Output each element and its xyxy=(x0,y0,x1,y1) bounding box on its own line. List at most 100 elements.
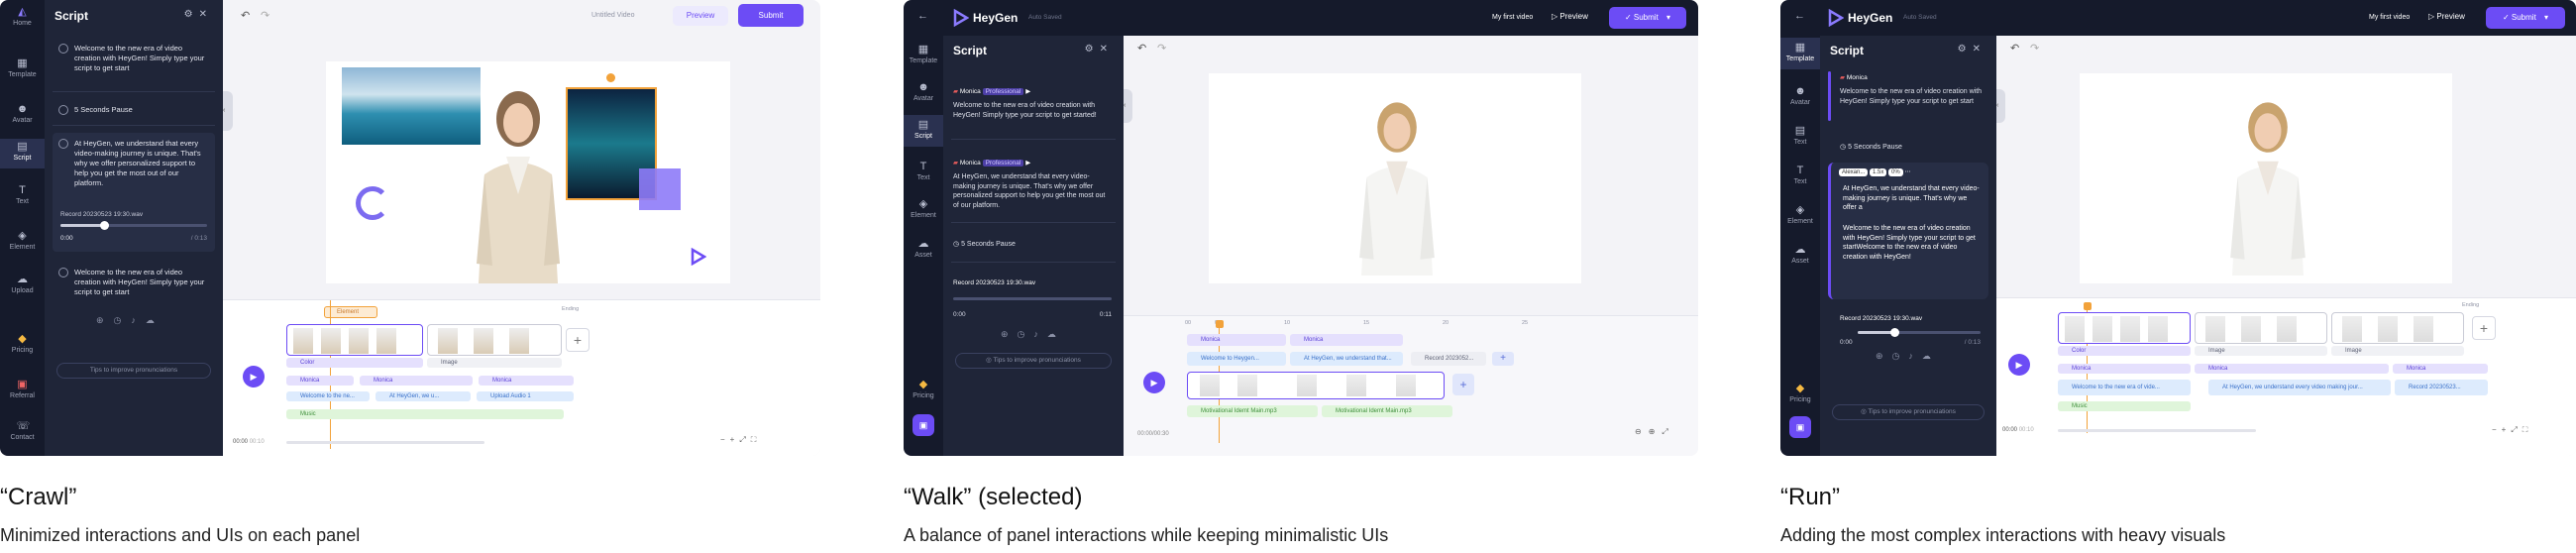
scene-label-image[interactable]: Image xyxy=(427,358,562,368)
video-canvas[interactable] xyxy=(2080,73,2452,283)
chevron-down-icon[interactable]: ▾ xyxy=(1666,13,1670,22)
help-button[interactable]: ▣ xyxy=(912,414,934,436)
zoom-in-icon[interactable]: + xyxy=(2502,425,2512,434)
audio-scrubber[interactable] xyxy=(1890,328,1900,337)
video-canvas[interactable] xyxy=(1209,73,1581,283)
scene-clip-selected[interactable] xyxy=(2058,312,2191,344)
undo-icon[interactable]: ↶ xyxy=(241,9,250,22)
timeline-scrollbar[interactable] xyxy=(2058,429,2256,432)
scene-clip[interactable] xyxy=(2331,312,2464,344)
script-text[interactable]: Welcome to the new era of video creation… xyxy=(953,101,1112,120)
script-track[interactable]: Welcome to Heygen... xyxy=(1187,352,1286,366)
avatar-woman-figure[interactable] xyxy=(459,85,578,283)
loop-shape-icon[interactable] xyxy=(356,186,389,220)
rail-item-element[interactable]: ◈ Element xyxy=(904,198,943,219)
scene-label-color[interactable]: Color xyxy=(2058,346,2191,356)
play-voice-icon[interactable]: ▶ xyxy=(1025,160,1030,166)
back-icon[interactable]: ← xyxy=(1794,10,1805,22)
settings-icon[interactable]: ⚙ xyxy=(1085,44,1100,55)
mic-icon[interactable]: ♪ xyxy=(1033,329,1047,339)
fit-icon[interactable]: ⤢ xyxy=(1662,427,1674,436)
script-text[interactable]: At HeyGen, we understand that every vide… xyxy=(953,172,1112,210)
avatar-track[interactable]: Monica xyxy=(2393,364,2488,374)
avatar-track[interactable]: Monica xyxy=(1187,334,1286,346)
rail-item-asset[interactable]: ☁ Asset xyxy=(904,238,943,259)
script-block-active[interactable]: At HeyGen, we understand that every vide… xyxy=(53,133,215,252)
collapse-handle[interactable]: ‹ xyxy=(1124,89,1132,123)
record-track[interactable]: Record 2023052... xyxy=(1411,352,1486,366)
timer-icon[interactable]: ◷ xyxy=(1892,351,1909,361)
rail-item-script[interactable]: ▤ Script xyxy=(0,139,45,168)
video-title[interactable]: My first video xyxy=(1492,14,1533,21)
script-text[interactable]: Welcome to the new era of video creation… xyxy=(1840,87,1986,106)
audio-progress[interactable] xyxy=(60,221,207,230)
avatar-track[interactable]: Monica xyxy=(2058,364,2191,374)
rail-item-contact[interactable]: ☏ Contact xyxy=(0,420,45,441)
redo-icon[interactable]: ↷ xyxy=(2030,42,2039,55)
avatar-track[interactable]: Monica xyxy=(360,376,473,386)
rail-item-avatar[interactable]: ☻ Avatar xyxy=(0,103,45,124)
fullscreen-icon[interactable]: ⛶ xyxy=(2522,425,2533,434)
play-button[interactable]: ▶ xyxy=(243,366,265,387)
playhead-marker[interactable] xyxy=(1216,320,1224,328)
redo-icon[interactable]: ↷ xyxy=(261,9,269,22)
scene-label-color[interactable]: Color xyxy=(286,358,423,368)
add-icon[interactable]: ⊕ xyxy=(1001,329,1018,339)
rail-item-pricing[interactable]: ◆ Pricing xyxy=(0,333,45,354)
rail-item-element[interactable]: ◈ Element xyxy=(0,230,45,251)
rail-item-referral[interactable]: ▣ Referral xyxy=(0,379,45,399)
add-scene-button[interactable]: + xyxy=(566,328,590,352)
voice-row[interactable]: ▰ Monica Professional ▶ xyxy=(953,87,1030,95)
scene-clip-selected[interactable] xyxy=(286,324,423,356)
rail-item-asset[interactable]: ☁ Asset xyxy=(1780,244,1820,265)
video-title[interactable]: My first video xyxy=(2369,14,2410,21)
record-track[interactable]: Record 20230523... xyxy=(2395,380,2488,395)
script-track[interactable]: Welcome to the new era of vide... xyxy=(2058,380,2191,395)
more-icon[interactable]: ⋯ xyxy=(1904,169,1910,175)
zoom-in-icon[interactable]: + xyxy=(730,435,740,444)
pause-block[interactable]: ◷ 5 Seconds Pause xyxy=(1840,143,1902,151)
script-text[interactable]: At HeyGen, we understand that every vide… xyxy=(1843,184,1981,213)
fullscreen-icon[interactable]: ⛶ xyxy=(751,435,762,444)
add-scene-button[interactable]: + xyxy=(2472,316,2496,340)
collapse-handle[interactable]: ‹ xyxy=(223,91,233,131)
avatar-track[interactable]: Monica xyxy=(1290,334,1403,346)
chevron-down-icon[interactable]: ▾ xyxy=(2544,13,2548,22)
timer-icon[interactable]: ◷ xyxy=(1018,329,1034,339)
avatar-track[interactable]: Monica xyxy=(479,376,574,386)
add-icon[interactable]: ⊕ xyxy=(96,315,114,325)
upload-audio-icon[interactable]: ☁ xyxy=(146,315,164,325)
script-track[interactable]: At HeyGen, we understand that... xyxy=(1290,352,1403,366)
timeline-scrollbar[interactable] xyxy=(286,441,484,444)
add-icon[interactable]: ⊕ xyxy=(1876,351,1892,361)
playhead-marker[interactable] xyxy=(2084,302,2092,310)
translate-icon[interactable]: ✕ xyxy=(199,9,213,20)
voice-chip[interactable]: Alexan... xyxy=(1839,168,1869,176)
music-track[interactable]: Motivational Idemt Main.mp3 xyxy=(1187,405,1318,417)
add-scene-button[interactable]: + xyxy=(1452,374,1474,395)
submit-button[interactable]: Submit xyxy=(738,4,804,27)
avatar-track[interactable]: Monica xyxy=(2195,364,2389,374)
script-text[interactable]: Welcome to the new era of video creation… xyxy=(1843,224,1981,262)
voice-row[interactable]: ▰ Monica Professional ▶ xyxy=(953,159,1030,166)
speed-chip[interactable]: 1.5x xyxy=(1870,168,1887,176)
script-track[interactable]: Welcome to the ne... xyxy=(286,391,370,401)
mic-icon[interactable]: ♪ xyxy=(131,315,146,325)
rail-item-template[interactable]: ▦ Template xyxy=(0,57,45,78)
rail-item-text[interactable]: T Text xyxy=(904,161,943,181)
purple-shape[interactable] xyxy=(639,168,681,210)
pitch-chip[interactable]: 0% xyxy=(1888,168,1903,176)
music-track[interactable]: Music xyxy=(2058,401,2191,411)
preview-button[interactable]: ▷ Preview xyxy=(2428,12,2465,21)
home-logo[interactable]: ◭ Home xyxy=(0,6,45,27)
upload-audio-icon[interactable]: ☁ xyxy=(1922,351,1940,361)
collapse-handle[interactable]: ‹ xyxy=(1996,89,2005,123)
rail-item-pricing[interactable]: ◆ Pricing xyxy=(904,379,943,399)
rail-item-text[interactable]: T Text xyxy=(1780,165,1820,185)
play-button[interactable]: ▶ xyxy=(1143,372,1165,393)
submit-button[interactable]: ✓ Submit ▾ xyxy=(2486,7,2565,29)
rail-item-template[interactable]: ▦ Template xyxy=(1780,38,1820,69)
zoom-out-icon[interactable]: − xyxy=(720,435,730,444)
script-block-active[interactable]: Alexan... 1.5x 0% ⋯ At HeyGen, we unders… xyxy=(1828,163,1988,299)
audio-scrubber[interactable] xyxy=(99,221,109,230)
